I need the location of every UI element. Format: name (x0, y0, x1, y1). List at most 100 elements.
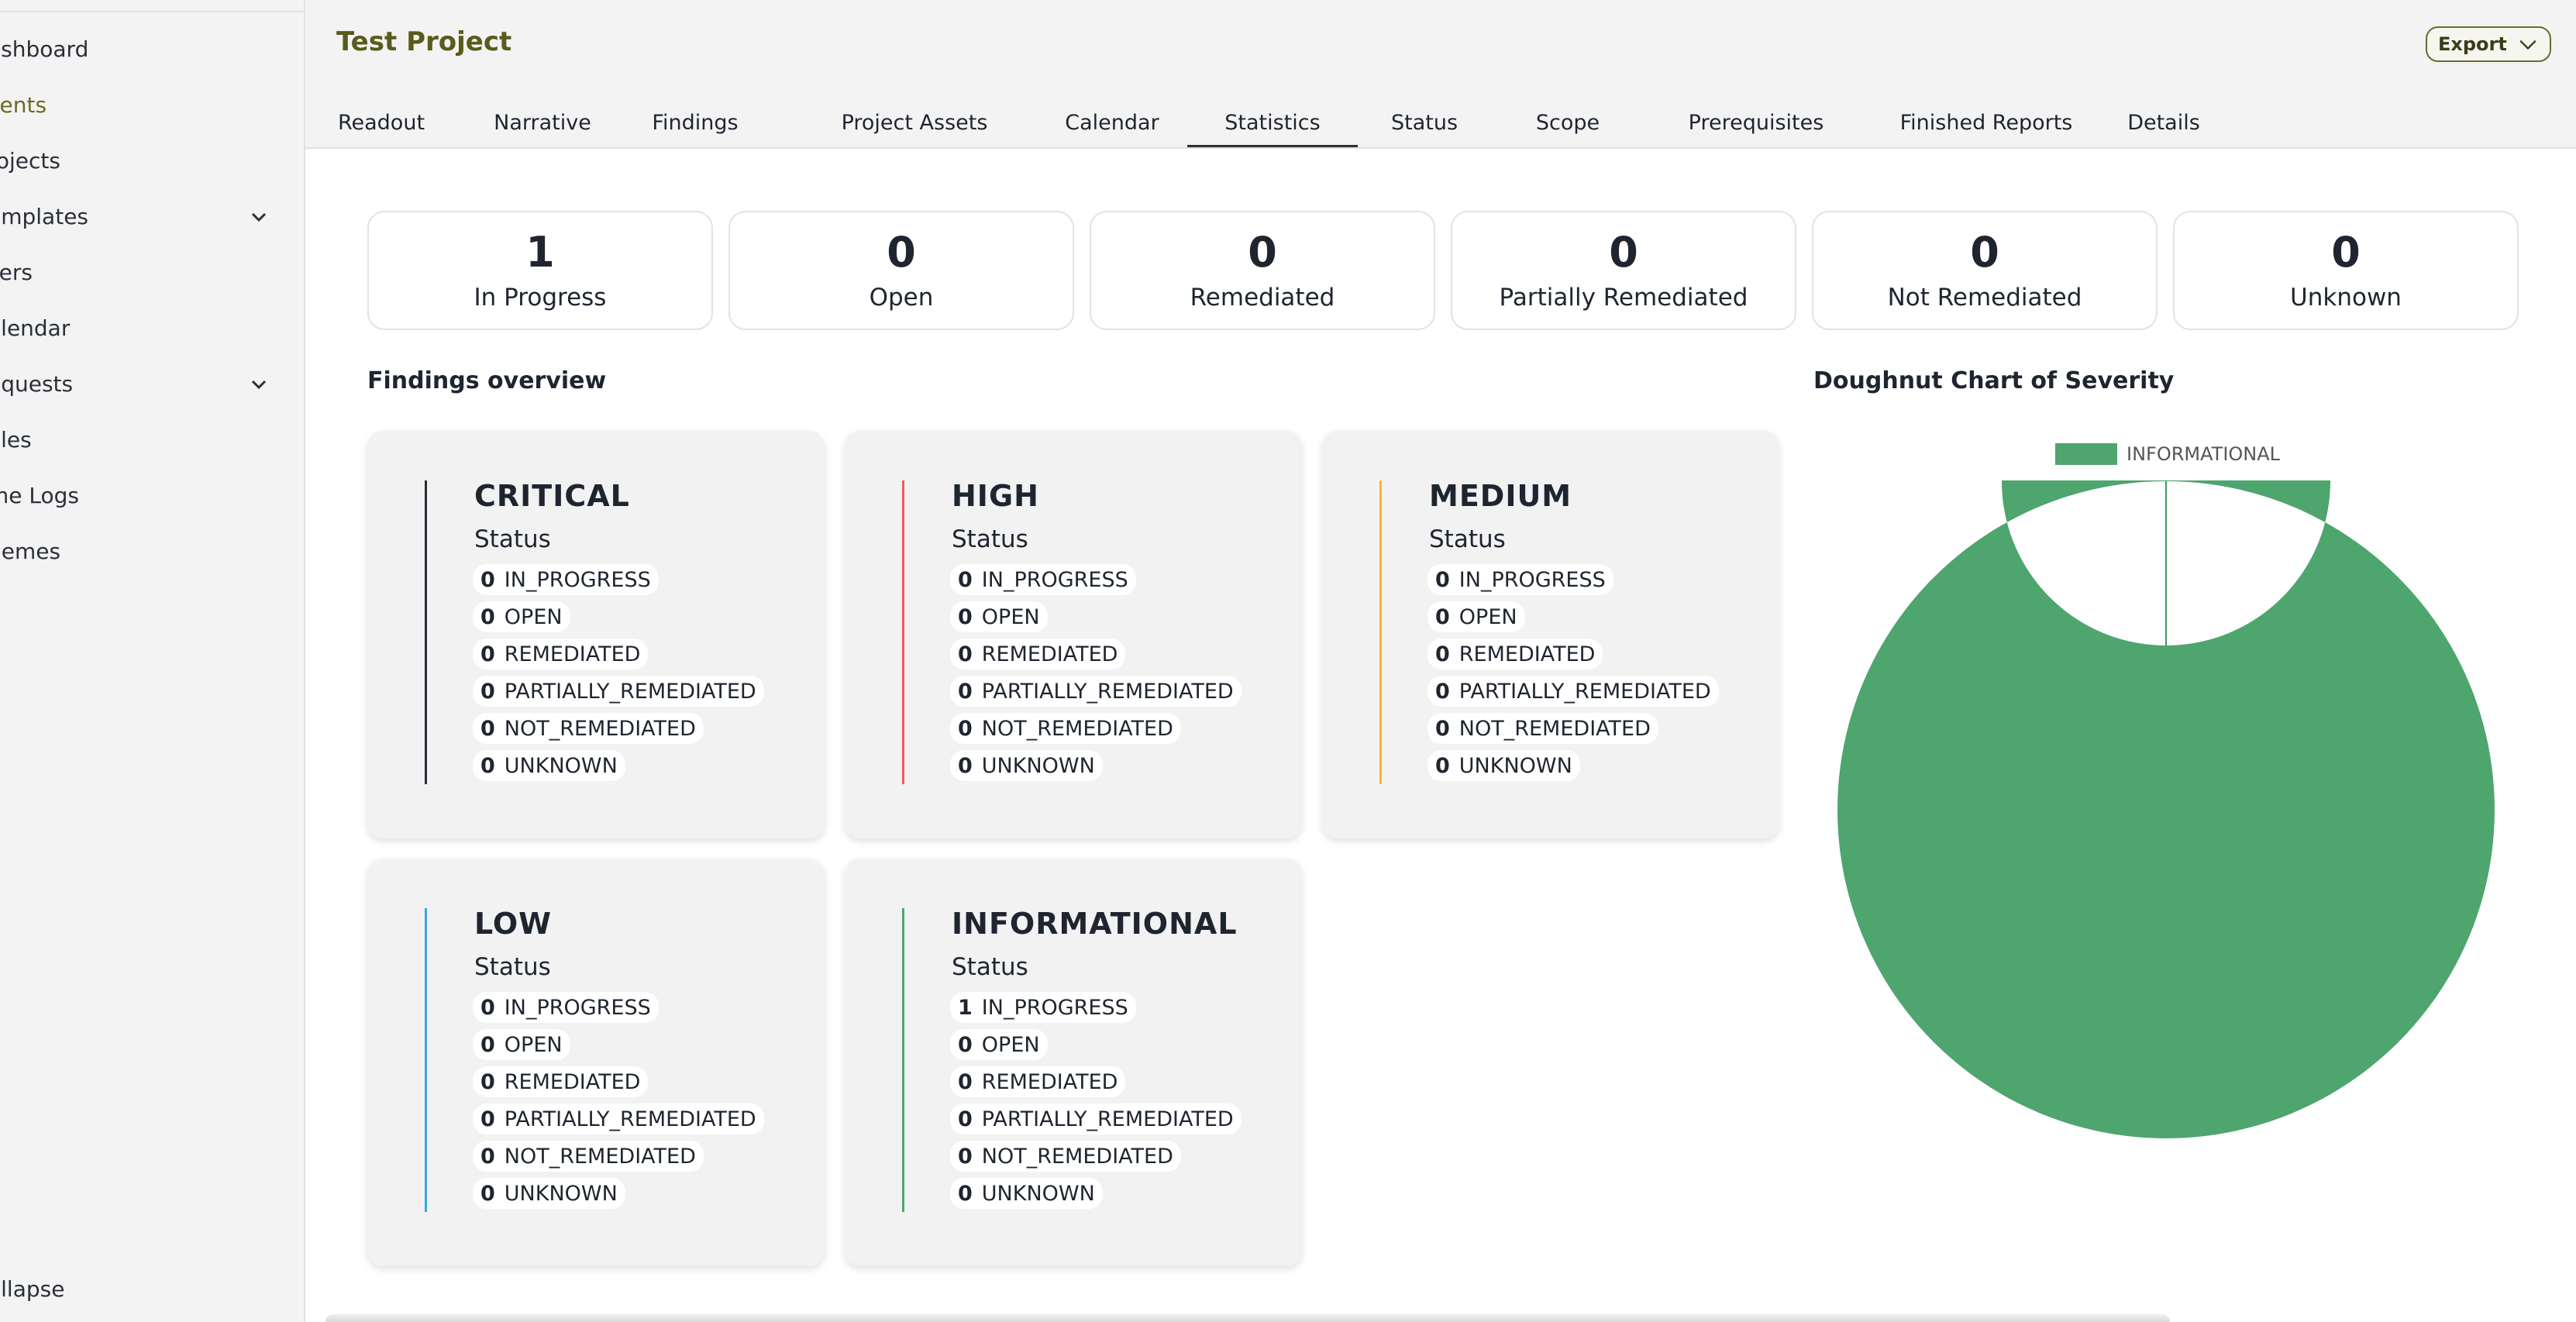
status-row: 0 OPEN (473, 601, 570, 632)
sidebar-item-label: me Logs (0, 483, 80, 508)
sidebar: ashboard lients rojects emplates sers al… (0, 0, 305, 1322)
status-row: 1 IN_PROGRESS (950, 992, 1136, 1023)
severity-name: MEDIUM (1429, 479, 1572, 513)
stat-card-in-progress: 1 In Progress (367, 211, 713, 330)
chevron-down-icon[interactable] (250, 208, 268, 226)
sidebar-item-calendar[interactable]: alendar (0, 305, 294, 352)
status-name: IN_PROGRESS (1458, 567, 1606, 592)
tab-details[interactable]: Details (2117, 99, 2210, 147)
severity-name: LOW (474, 907, 553, 941)
status-row: 0 OPEN (473, 1029, 570, 1060)
status-row: 0 PARTIALLY_REMEDIATED (473, 1103, 764, 1134)
severity-status-label: Status (474, 953, 551, 981)
tab-project-assets[interactable]: Project Assets (829, 99, 1000, 147)
sidebar-item-templates[interactable]: emplates (0, 194, 294, 240)
status-count: 1 (958, 995, 973, 1020)
severity-name: INFORMATIONAL (952, 907, 1238, 941)
sidebar-item-label: ashboard (0, 36, 89, 62)
chart-legend[interactable]: INFORMATIONAL (2055, 443, 2280, 465)
sidebar-top-divider (0, 0, 304, 12)
status-name: IN_PROGRESS (981, 995, 1128, 1020)
status-name: NOT_REMEDIATED (504, 716, 696, 741)
status-count: 0 (958, 1107, 973, 1131)
tab-findings[interactable]: Findings (639, 99, 752, 147)
severity-color-bar (1379, 480, 1382, 784)
legend-label: INFORMATIONAL (2127, 443, 2281, 465)
status-count: 0 (1435, 567, 1450, 592)
status-name: REMEDIATED (981, 1069, 1118, 1094)
status-name: NOT_REMEDIATED (1458, 716, 1651, 741)
tab-statistics[interactable]: Statistics (1187, 99, 1358, 147)
stat-card-remediated: 0 Remediated (1090, 211, 1435, 330)
sidebar-item-projects[interactable]: rojects (0, 138, 294, 184)
severity-color-bar (902, 908, 904, 1212)
sidebar-item-themes[interactable]: hemes (0, 528, 294, 575)
sidebar-item-label: lients (0, 92, 47, 118)
sidebar-item-roles[interactable]: oles (0, 417, 294, 463)
status-count: 0 (1435, 642, 1450, 666)
tab-status[interactable]: Status (1373, 99, 1476, 147)
findings-overview-title: Findings overview (367, 367, 607, 394)
stat-label: Partially Remediated (1499, 284, 1748, 312)
status-count: 0 (958, 1144, 973, 1169)
status-name: REMEDIATED (1458, 642, 1596, 666)
status-row: 0 OPEN (1427, 601, 1525, 632)
stat-value: 0 (1248, 228, 1277, 277)
status-row: 0 NOT_REMEDIATED (1427, 713, 1658, 744)
sidebar-collapse-button[interactable]: ollapse (0, 1266, 64, 1313)
status-count: 0 (480, 679, 495, 704)
sidebar-item-users[interactable]: sers (0, 250, 294, 296)
export-button[interactable]: Export (2426, 26, 2551, 62)
status-count: 0 (1435, 716, 1450, 741)
status-count: 0 (1435, 753, 1450, 778)
sidebar-item-label: equests (0, 371, 74, 397)
status-row: 0 REMEDIATED (1427, 639, 1603, 670)
tab-prerequisites[interactable]: Prerequisites (1663, 99, 1849, 147)
stat-card-unknown: 0 Unknown (2173, 211, 2519, 330)
status-count: 0 (480, 1032, 495, 1057)
chevron-down-icon (2519, 40, 2536, 50)
chevron-down-icon[interactable] (250, 375, 268, 394)
status-row: 0 NOT_REMEDIATED (950, 713, 1181, 744)
severity-status-label: Status (952, 525, 1028, 553)
sidebar-item-label: rojects (0, 148, 60, 174)
status-row: 0 PARTIALLY_REMEDIATED (950, 676, 1242, 707)
severity-name: CRITICAL (474, 479, 630, 513)
stat-value: 0 (1609, 228, 1638, 277)
status-name: OPEN (504, 1032, 563, 1057)
severity-color-bar (425, 480, 427, 784)
status-name: NOT_REMEDIATED (981, 716, 1173, 741)
status-count: 0 (958, 679, 973, 704)
bottom-panel-edge (325, 1314, 2170, 1322)
tab-finished-reports[interactable]: Finished Reports (1879, 99, 2094, 147)
status-count: 0 (480, 604, 495, 629)
status-count: 0 (480, 1144, 495, 1169)
status-row: 0 OPEN (950, 601, 1048, 632)
status-count: 0 (958, 1069, 973, 1094)
status-name: NOT_REMEDIATED (504, 1144, 696, 1169)
chart-title: Doughnut Chart of Severity (1813, 367, 2175, 394)
status-row: 0 PARTIALLY_REMEDIATED (950, 1103, 1242, 1134)
tab-calendar[interactable]: Calendar (1049, 99, 1175, 147)
tab-readout[interactable]: Readout (319, 99, 443, 147)
status-name: REMEDIATED (504, 642, 641, 666)
sidebar-item-requests[interactable]: equests (0, 361, 294, 408)
tab-scope[interactable]: Scope (1525, 99, 1610, 147)
sidebar-item-time-logs[interactable]: me Logs (0, 473, 294, 519)
status-row: 0 NOT_REMEDIATED (473, 1141, 704, 1172)
status-row: 0 REMEDIATED (473, 1066, 649, 1097)
status-count: 0 (480, 753, 495, 778)
status-name: OPEN (1458, 604, 1517, 629)
status-count: 0 (958, 567, 973, 592)
status-name: NOT_REMEDIATED (981, 1144, 1173, 1169)
status-row: 0 IN_PROGRESS (473, 992, 659, 1023)
status-row: 0 PARTIALLY_REMEDIATED (1427, 676, 1719, 707)
status-count: 0 (480, 567, 495, 592)
status-count: 0 (958, 1181, 973, 1206)
sidebar-item-dashboard[interactable]: ashboard (0, 26, 294, 73)
tab-narrative[interactable]: Narrative (479, 99, 606, 147)
status-row: 0 UNKNOWN (950, 1178, 1103, 1209)
sidebar-item-label: hemes (0, 539, 61, 564)
sidebar-item-clients[interactable]: lients (0, 82, 294, 129)
status-row: 0 PARTIALLY_REMEDIATED (473, 676, 764, 707)
